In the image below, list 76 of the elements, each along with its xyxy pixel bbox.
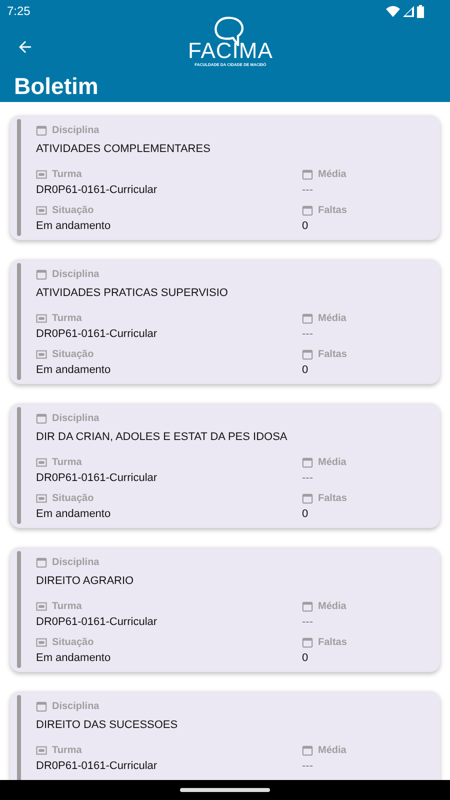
calendar-icon [302, 168, 313, 180]
id-card-icon [36, 600, 47, 612]
battery-icon [417, 4, 424, 18]
calendar-icon [302, 312, 313, 324]
field-label: Média [318, 312, 346, 324]
subject-name: ATIVIDADES PRATICAS SUPERVISIO [36, 287, 229, 299]
field-label: Disciplina [52, 124, 100, 136]
signal-icon [403, 6, 414, 16]
average-value: --- [302, 184, 314, 198]
status-time: 7:25 [7, 4, 30, 18]
field-label: Faltas [318, 348, 347, 360]
id-card-icon [36, 312, 47, 324]
average-value: --- [302, 472, 314, 486]
absences-value: 0 [302, 364, 310, 378]
page-title: Boletim [14, 72, 100, 100]
id-card-icon [36, 744, 47, 756]
calendar-icon [302, 636, 313, 648]
calendar-icon [302, 456, 313, 468]
field-label: Situação [52, 492, 94, 504]
field-label: Turma [52, 600, 82, 612]
field-label: Turma [52, 456, 82, 468]
absences-value: 0 [302, 220, 310, 234]
calendar-icon [302, 348, 313, 360]
field-label: Situação [52, 204, 94, 216]
field-label: Disciplina [52, 412, 100, 424]
field-label: Disciplina [52, 700, 100, 712]
calendar-icon [302, 744, 313, 756]
id-card-icon [36, 456, 47, 468]
calendar-icon [302, 492, 313, 504]
field-label: Média [318, 600, 346, 612]
field-label: Disciplina [52, 556, 100, 568]
calendar-icon [36, 700, 47, 712]
field-label: Turma [52, 744, 82, 756]
id-card-icon [36, 636, 47, 648]
absences-value: 0 [302, 508, 310, 522]
field-label: Turma [52, 312, 82, 324]
status-value: Em andamento [36, 508, 112, 522]
id-card-icon [36, 348, 47, 360]
class-code: DR0P61-0161-Curricular [36, 328, 158, 342]
field-label: Média [318, 168, 346, 180]
average-value: --- [302, 616, 314, 630]
class-code: DR0P61-0161-Curricular [36, 616, 158, 630]
calendar-icon [36, 556, 47, 568]
subject-name: DIREITO AGRARIO [36, 575, 135, 587]
status-value: Em andamento [36, 652, 112, 666]
home-handle[interactable] [180, 788, 270, 792]
field-label: Situação [52, 348, 94, 360]
absences-value: 0 [302, 652, 310, 666]
status-value: Em andamento [36, 220, 112, 234]
field-label: Média [318, 744, 346, 756]
field-label: Faltas [318, 204, 347, 216]
id-card-icon [36, 168, 47, 180]
class-code: DR0P61-0161-Curricular [36, 472, 158, 486]
calendar-icon [302, 600, 313, 612]
field-label: Disciplina [52, 268, 100, 280]
class-code: DR0P61-0161-Curricular [36, 760, 158, 774]
field-label: Turma [52, 168, 82, 180]
calendar-icon [36, 124, 47, 136]
calendar-icon [36, 268, 47, 280]
wifi-icon [386, 6, 400, 16]
average-value: --- [302, 328, 314, 342]
field-label: Média [318, 456, 346, 468]
subject-name: DIR DA CRIAN, ADOLES E ESTAT DA PES IDOSA [36, 431, 288, 443]
field-label: Faltas [318, 492, 347, 504]
logo-name: FACIMA [188, 40, 273, 62]
calendar-icon [36, 412, 47, 424]
field-label: Faltas [318, 636, 347, 648]
subject-name: ATIVIDADES COMPLEMENTARES [36, 143, 212, 155]
status-value: Em andamento [36, 364, 112, 378]
subject-name: DIREITO DAS SUCESSOES [36, 719, 179, 731]
class-code: DR0P61-0161-Curricular [36, 184, 158, 198]
average-value: --- [302, 760, 314, 774]
id-card-icon [36, 492, 47, 504]
field-label: Situação [52, 636, 94, 648]
id-card-icon [36, 204, 47, 216]
calendar-icon [302, 204, 313, 216]
